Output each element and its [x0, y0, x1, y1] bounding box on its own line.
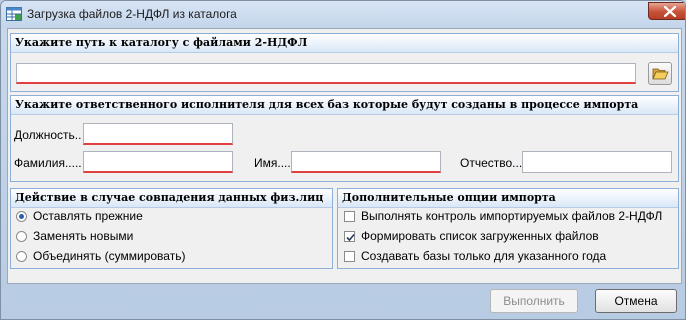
- radio-button[interactable]: [16, 251, 27, 262]
- executor-group-header: Укажите ответственного исполнителя для в…: [11, 96, 678, 115]
- close-icon: [663, 6, 677, 17]
- match-action-group-header: Действие в случае совпадения данных физ.…: [11, 189, 332, 208]
- path-input[interactable]: [16, 63, 636, 84]
- match-action-group: Действие в случае совпадения данных физ.…: [10, 188, 333, 269]
- firstname-input[interactable]: [291, 151, 441, 173]
- patronymic-label: Отчество.....: [460, 156, 529, 170]
- radio-button[interactable]: [16, 231, 27, 242]
- cancel-button[interactable]: Отмена: [595, 289, 677, 313]
- checkbox-label: Создавать базы только для указанного год…: [361, 249, 607, 263]
- checkbox-label: Выполнять контроль импортируемых файлов …: [361, 209, 663, 223]
- close-button[interactable]: [648, 2, 685, 20]
- checkbox[interactable]: [344, 231, 355, 242]
- dialog-window: Загрузка файлов 2-НДФЛ из каталога Укажи…: [0, 0, 686, 320]
- patronymic-input[interactable]: [522, 151, 672, 173]
- import-options-group-header: Дополнительные опции импорта: [338, 189, 678, 208]
- dialog-body: Укажите путь к каталогу с файлами 2-НДФЛ…: [7, 28, 682, 284]
- title-bar[interactable]: Загрузка файлов 2-НДФЛ из каталога: [1, 1, 685, 28]
- radio-label: Объединять (суммировать): [33, 249, 186, 263]
- radio-label: Оставлять прежние: [33, 209, 143, 223]
- run-button[interactable]: Выполнить: [490, 289, 578, 313]
- checkbox[interactable]: [344, 211, 355, 222]
- checkbox-label: Формировать список загруженных файлов: [361, 229, 599, 243]
- app-icon: [6, 7, 22, 21]
- folder-open-icon: [652, 68, 669, 80]
- lastname-label: Фамилия.....: [14, 156, 82, 170]
- firstname-label: Имя.....: [254, 156, 295, 170]
- position-label: Должность..: [14, 128, 82, 142]
- checkbox[interactable]: [344, 251, 355, 262]
- import-options-group: Дополнительные опции импорта Выполнять к…: [337, 188, 679, 269]
- window-title: Загрузка файлов 2-НДФЛ из каталога: [27, 7, 237, 21]
- executor-group: Укажите ответственного исполнителя для в…: [10, 95, 679, 182]
- checkmark-icon: [346, 233, 355, 242]
- position-input[interactable]: [83, 123, 233, 145]
- browse-folder-button[interactable]: [648, 62, 672, 85]
- radio-button[interactable]: [16, 211, 27, 222]
- radio-label: Заменять новыми: [33, 229, 134, 243]
- path-group: Укажите путь к каталогу с файлами 2-НДФЛ: [10, 33, 679, 92]
- path-group-header: Укажите путь к каталогу с файлами 2-НДФЛ: [11, 34, 678, 53]
- lastname-input[interactable]: [83, 151, 233, 173]
